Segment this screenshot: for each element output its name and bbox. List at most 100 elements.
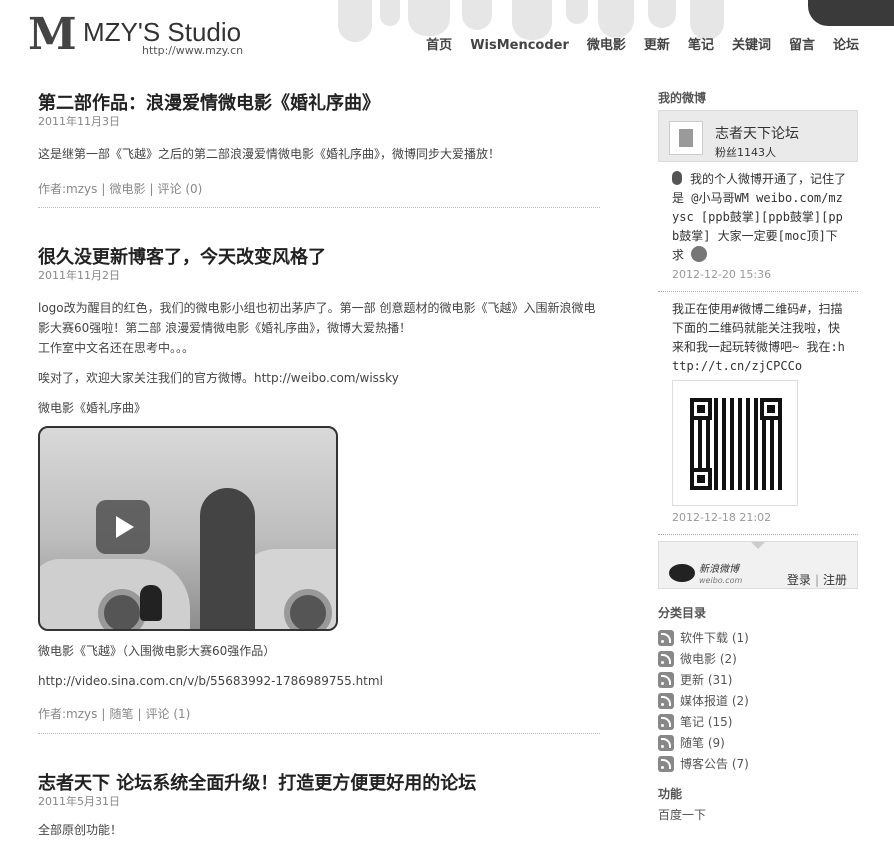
header-decoration <box>338 0 372 42</box>
list-item[interactable]: 博客公告 (7) <box>658 753 858 774</box>
header-decoration <box>462 0 492 30</box>
post-body: logo改为醒目的红色，我们的微电影小组也初出茅庐了。第一部 创意题材的微电影《… <box>38 301 596 335</box>
nav-micro-film[interactable]: 微电影 <box>587 37 626 55</box>
functions-title: 功能 <box>658 787 683 801</box>
site-header: M MZY'S Studio http://www.mzy.cn 首页 WisM… <box>0 0 894 70</box>
post-body-link[interactable]: http://video.sina.com.cn/v/b/55683992-17… <box>38 671 600 691</box>
video-frame-wheel <box>98 589 146 629</box>
play-icon[interactable] <box>96 500 150 554</box>
post-body: 全部原创功能！ <box>38 823 123 837</box>
weibo-auth: 登录 | 注册 <box>786 573 847 587</box>
qr-finder-pattern <box>760 398 782 420</box>
qr-finder-pattern <box>690 468 712 490</box>
post-comments-link[interactable]: 评论 (1) <box>146 707 191 721</box>
avatar[interactable] <box>669 121 703 155</box>
header-decoration <box>512 0 552 40</box>
post-author[interactable]: 作者:mzys <box>38 707 97 721</box>
weibo-footer: 新浪微博 weibo.com 登录 | 注册 <box>658 541 858 589</box>
header-decoration <box>408 0 450 36</box>
rss-icon[interactable] <box>658 650 674 667</box>
list-item[interactable]: 笔记 (15) <box>658 711 858 732</box>
post-body: 微电影《婚礼序曲》 <box>38 401 147 415</box>
categories-title: 分类目录 <box>658 606 707 620</box>
category-link[interactable]: 媒体报道 (2) <box>680 692 749 709</box>
functions-link[interactable]: 百度一下 <box>658 806 858 824</box>
site-url: http://www.mzy.cn <box>142 44 244 57</box>
list-item[interactable]: 媒体报道 (2) <box>658 690 858 711</box>
post-list: 第二部作品：浪漫爱情微电影《婚礼序曲》 2011年11月3日 这是继第一部《飞越… <box>38 92 600 840</box>
category-link[interactable]: 博客公告 (7) <box>680 755 749 772</box>
post: 志者天下 论坛系统全面升级！打造更方便更好用的论坛 2011年5月31日 全部原… <box>38 772 600 840</box>
list-item[interactable]: 微电影 (2) <box>658 648 858 669</box>
post-body: 这是继第一部《飞越》之后的第二部浪漫爱情微电影《婚礼序曲》，微博同步大爱播放！ <box>38 147 501 161</box>
post-title[interactable]: 很久没更新博客了，今天改变风格了 <box>38 246 600 270</box>
rss-icon[interactable] <box>658 755 674 772</box>
post-body: 微电影《飞越》（入围微电影大赛60强作品） <box>38 644 276 658</box>
header-decoration <box>690 0 724 40</box>
category-link[interactable]: 更新 (31) <box>680 671 732 688</box>
qr-code-image[interactable] <box>672 380 798 506</box>
category-link[interactable]: 随笔 (9) <box>680 734 725 751</box>
login-link[interactable]: 登录 <box>787 573 811 587</box>
rss-icon[interactable] <box>658 629 674 646</box>
post: 很久没更新博客了，今天改变风格了 2011年11月2日 logo改为醒目的红色，… <box>38 246 600 734</box>
header-decoration <box>566 0 588 24</box>
weibo-post-text: 我正在使用#微博二维码#，扫描下面的二维码就能关注我啦，快来和我一起玩转微博吧~… <box>672 302 845 373</box>
weibo-brand-url: weibo.com <box>699 576 743 585</box>
video-player[interactable] <box>38 426 338 631</box>
video-frame-wheel <box>284 589 332 629</box>
header-decoration <box>380 0 400 26</box>
expand-arrow-icon[interactable] <box>751 542 765 549</box>
list-item[interactable]: 软件下载 (1) <box>658 627 858 648</box>
category-link[interactable]: 笔记 (15) <box>680 713 732 730</box>
weibo-name[interactable]: 志者天下论坛 <box>715 123 799 143</box>
category-link[interactable]: 软件下载 (1) <box>680 629 749 646</box>
nav-home[interactable]: 首页 <box>426 37 452 55</box>
rss-icon[interactable] <box>658 671 674 688</box>
nav-guestbook[interactable]: 留言 <box>789 37 815 55</box>
nav-wismencoder[interactable]: WisMencoder <box>470 37 569 55</box>
post-body: 唉对了，欢迎大家关注我们的官方微博。http://weibo.com/wissk… <box>38 371 399 385</box>
header-corner <box>808 0 894 26</box>
rss-icon[interactable] <box>658 713 674 730</box>
rss-icon[interactable] <box>658 692 674 709</box>
post-meta: 作者:mzys | 微电影 | 评论 (0) <box>38 182 203 196</box>
weibo-widget-title: 我的微博 <box>658 91 707 105</box>
post-date: 2011年11月2日 <box>38 269 120 282</box>
register-link[interactable]: 注册 <box>823 573 847 587</box>
post-category-link[interactable]: 随笔 <box>109 707 133 721</box>
main-nav: 首页 WisMencoder 微电影 更新 笔记 关键词 留言 论坛 <box>408 37 859 55</box>
nav-keywords[interactable]: 关键词 <box>732 37 771 55</box>
weibo-logo[interactable]: 新浪微博 weibo.com <box>699 564 742 586</box>
post: 第二部作品：浪漫爱情微电影《婚礼序曲》 2011年11月3日 这是继第一部《飞越… <box>38 92 600 208</box>
qr-finder-pattern <box>690 398 712 420</box>
weibo-post: 我正在使用#微博二维码#，扫描下面的二维码就能关注我啦，快来和我一起玩转微博吧~… <box>658 292 858 535</box>
post-date: 2011年5月31日 <box>38 795 120 808</box>
video-frame-couple <box>200 488 255 629</box>
weibo-eye-icon <box>669 564 695 582</box>
microphone-icon <box>672 171 682 185</box>
nav-forum[interactable]: 论坛 <box>833 37 859 55</box>
post-title[interactable]: 志者天下 论坛系统全面升级！打造更方便更好用的论坛 <box>38 772 600 796</box>
site-name: MZY'S Studio <box>83 17 242 47</box>
nav-notes[interactable]: 笔记 <box>688 37 714 55</box>
category-list: 软件下载 (1) 微电影 (2) 更新 (31) 媒体报道 (2) 笔记 (15… <box>658 627 858 774</box>
rss-icon[interactable] <box>658 734 674 751</box>
list-item[interactable]: 更新 (31) <box>658 669 858 690</box>
video-frame-bunny <box>140 585 162 621</box>
nav-updates[interactable]: 更新 <box>644 37 670 55</box>
post-body: 工作室中文名还在思考中。。。 <box>38 341 195 355</box>
emoticon-icon <box>691 246 708 262</box>
post-comments-link[interactable]: 评论 (0) <box>158 182 203 196</box>
weibo-brand: 新浪微博 <box>699 564 739 575</box>
weibo-post-time: 2012-12-20 15:36 <box>672 268 772 281</box>
weibo-post-time: 2012-12-18 21:02 <box>672 511 772 524</box>
weibo-profile[interactable]: 志者天下论坛 粉丝1143人 <box>658 110 858 162</box>
category-link[interactable]: 微电影 (2) <box>680 650 737 667</box>
post-category-link[interactable]: 微电影 <box>109 182 145 196</box>
post-author[interactable]: 作者:mzys <box>38 182 97 196</box>
post-date: 2011年11月3日 <box>38 115 120 128</box>
post-title[interactable]: 第二部作品：浪漫爱情微电影《婚礼序曲》 <box>38 92 600 116</box>
list-item[interactable]: 随笔 (9) <box>658 732 858 753</box>
header-decoration <box>598 0 634 38</box>
